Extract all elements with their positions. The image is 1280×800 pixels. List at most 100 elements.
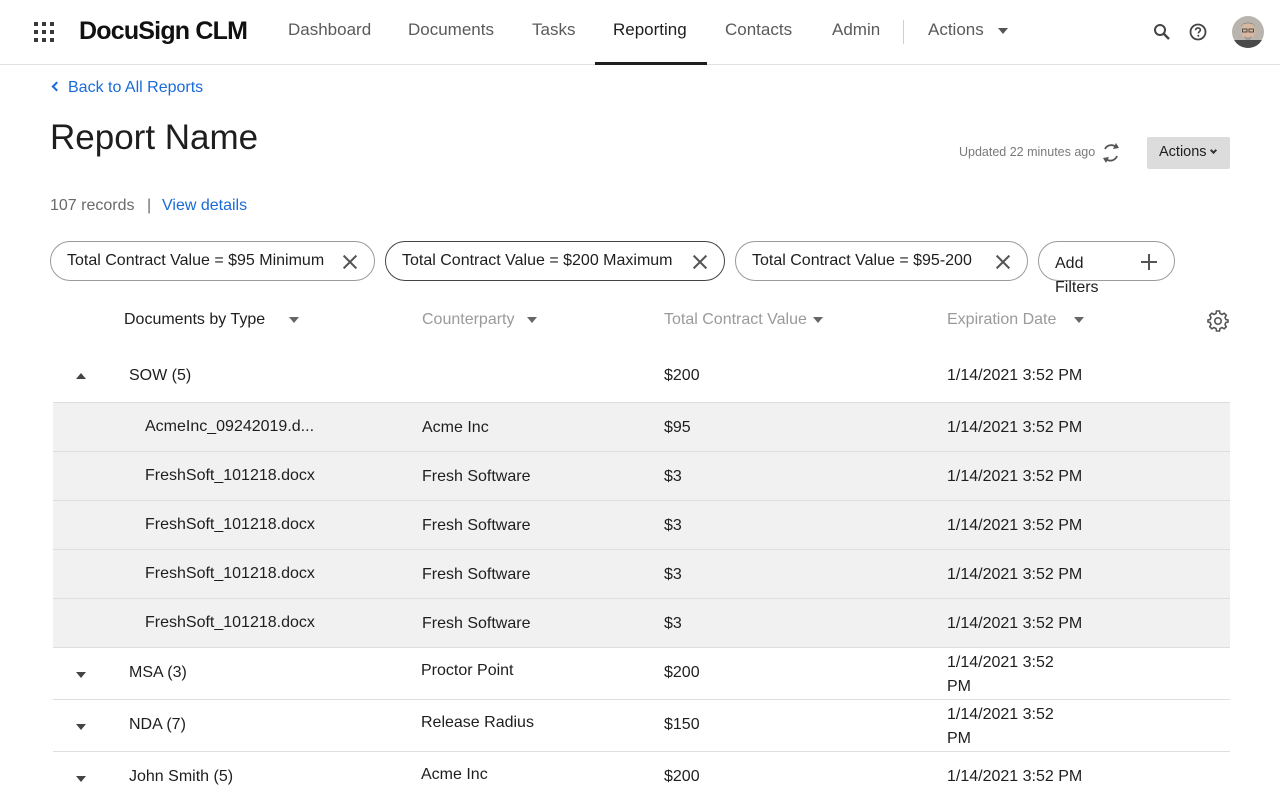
table-row[interactable]: FreshSoft_101218.docx Fresh Software $3 …: [53, 501, 1230, 550]
updated-timestamp: Updated 22 minutes ago: [959, 145, 1096, 159]
nav-actions-label: Actions: [928, 20, 984, 39]
column-header-expiration[interactable]: Expiration Date: [947, 311, 1085, 329]
date-cell: 1/14/2021 3:52 PM: [947, 566, 1083, 583]
document-name[interactable]: FreshSoft_101218.docx: [145, 565, 315, 583]
value-cell: $150: [664, 716, 700, 733]
chevron-down-icon: [998, 27, 1009, 34]
chevron-up-icon[interactable]: [76, 373, 86, 379]
value-cell: $200: [664, 367, 700, 384]
active-nav-indicator: [595, 62, 707, 65]
nav-contacts[interactable]: Contacts: [725, 20, 792, 65]
date-cell: 1/14/2021 3:52 PM: [947, 419, 1083, 436]
chevron-down-icon: [1209, 146, 1217, 155]
value-cell: $3: [664, 615, 682, 632]
nav-documents[interactable]: Documents: [408, 20, 494, 65]
add-filters-button[interactable]: Add Filters: [1038, 241, 1175, 296]
filter-chip-label: Total Contract Value = $95 Minimum: [67, 252, 325, 269]
add-filters-label: Add Filters: [1055, 255, 1099, 296]
date-cell: 1/14/2021 3:52 PM: [947, 768, 1083, 785]
plus-icon: [1141, 254, 1157, 270]
value-cell: $3: [664, 468, 682, 485]
date-cell: 1/14/2021 3:52 PM: [947, 367, 1083, 384]
counterparty-cell: Acme Inc: [422, 419, 489, 436]
page-title: Report Name: [50, 118, 259, 157]
group-name: SOW (5): [129, 367, 192, 384]
column-header-counterparty[interactable]: Counterparty: [422, 311, 537, 329]
back-link-label: Back to All Reports: [68, 79, 204, 96]
value-cell: $95: [664, 419, 691, 436]
chevron-down-icon[interactable]: [812, 316, 823, 323]
date-cell: 1/14/2021 3:52 PM: [947, 706, 1054, 747]
chevron-down-icon[interactable]: [76, 724, 86, 730]
column-header-value[interactable]: Total Contract Value: [664, 311, 823, 329]
document-name[interactable]: FreshSoft_101218.docx: [145, 614, 315, 632]
counterparty-cell: Fresh Software: [422, 468, 531, 485]
nav-admin[interactable]: Admin: [832, 20, 880, 65]
value-cell: $200: [664, 768, 700, 785]
chevron-down-icon[interactable]: [1074, 316, 1085, 323]
column-header-label: Documents by Type: [124, 311, 266, 328]
close-icon[interactable]: [692, 254, 708, 270]
close-icon[interactable]: [995, 254, 1011, 270]
back-link[interactable]: Back to All Reports: [50, 79, 203, 97]
date-cell: 1/14/2021 3:52 PM: [947, 615, 1083, 632]
nav-reporting[interactable]: Reporting: [613, 20, 687, 65]
document-name[interactable]: AcmeInc_09242019.d...: [145, 418, 314, 436]
help-icon[interactable]: [1188, 22, 1208, 47]
nav-actions-menu[interactable]: Actions: [928, 20, 1009, 65]
group-name: NDA (7): [129, 716, 186, 733]
view-details-link[interactable]: View details: [162, 197, 247, 215]
counterparty-cell: Fresh Software: [422, 517, 531, 534]
date-cell: 1/14/2021 3:52 PM: [947, 654, 1054, 695]
table-row-group[interactable]: MSA (3) Proctor Point $200 1/14/2021 3:5…: [53, 648, 1230, 700]
column-header-label: Expiration Date: [947, 311, 1057, 328]
records-separator: |: [147, 197, 152, 214]
group-name: John Smith (5): [129, 768, 234, 785]
table-row[interactable]: FreshSoft_101218.docx Fresh Software $3 …: [53, 550, 1230, 599]
top-nav: DocuSign CLM Dashboard Documents Tasks R…: [0, 0, 1280, 65]
value-cell: $3: [664, 517, 682, 534]
group-name: MSA (3): [129, 664, 187, 681]
table-row[interactable]: FreshSoft_101218.docx Fresh Software $3 …: [53, 452, 1230, 501]
avatar[interactable]: [1232, 16, 1264, 53]
app-logo[interactable]: DocuSign CLM: [79, 17, 248, 46]
counterparty-cell: Fresh Software: [422, 615, 531, 632]
gear-icon[interactable]: [1207, 310, 1229, 332]
document-name[interactable]: FreshSoft_101218.docx: [145, 467, 315, 485]
chevron-down-icon[interactable]: [76, 776, 86, 782]
chevron-down-icon[interactable]: [289, 316, 300, 323]
document-name[interactable]: FreshSoft_101218.docx: [145, 516, 315, 534]
table-row-group[interactable]: SOW (5) $200 1/14/2021 3:52 PM: [53, 350, 1230, 403]
filter-chip[interactable]: Total Contract Value = $200 Maximum: [385, 241, 725, 281]
refresh-icon[interactable]: [1100, 141, 1122, 165]
actions-button-label: Actions: [1159, 144, 1207, 160]
nav-divider: [903, 20, 904, 44]
records-count: 107 records: [50, 197, 135, 214]
column-header-label: Total Contract Value: [664, 311, 807, 328]
date-cell: 1/14/2021 3:52 PM: [947, 517, 1083, 534]
filter-chip[interactable]: Total Contract Value = $95-200: [735, 241, 1028, 281]
value-cell: $3: [664, 566, 682, 583]
actions-button[interactable]: Actions: [1147, 137, 1230, 169]
chevron-down-icon[interactable]: [76, 672, 86, 678]
chevron-down-icon[interactable]: [526, 316, 537, 323]
table-row[interactable]: AcmeInc_09242019.d... Acme Inc $95 1/14/…: [53, 403, 1230, 452]
date-cell: 1/14/2021 3:52 PM: [947, 468, 1083, 485]
close-icon[interactable]: [342, 254, 358, 270]
column-header-type[interactable]: Documents by Type: [124, 311, 300, 329]
counterparty-cell: Release Radius: [421, 714, 534, 731]
table-row[interactable]: FreshSoft_101218.docx Fresh Software $3 …: [53, 599, 1230, 648]
search-icon[interactable]: [1152, 22, 1172, 47]
nav-tasks[interactable]: Tasks: [532, 20, 575, 65]
filter-chip[interactable]: Total Contract Value = $95 Minimum: [50, 241, 375, 281]
counterparty-cell: Proctor Point: [421, 662, 514, 679]
counterparty-cell: Fresh Software: [422, 566, 531, 583]
apps-grid-icon[interactable]: [34, 22, 54, 42]
column-header-label: Counterparty: [422, 311, 515, 328]
table-row-group[interactable]: NDA (7) Release Radius $150 1/14/2021 3:…: [53, 700, 1230, 752]
chevron-left-icon: [51, 81, 62, 92]
table-row-group[interactable]: John Smith (5) Acme Inc $200 1/14/2021 3…: [53, 752, 1230, 800]
nav-dashboard[interactable]: Dashboard: [288, 20, 371, 65]
value-cell: $200: [664, 664, 700, 681]
filter-chip-label: Total Contract Value = $95-200: [752, 252, 972, 269]
